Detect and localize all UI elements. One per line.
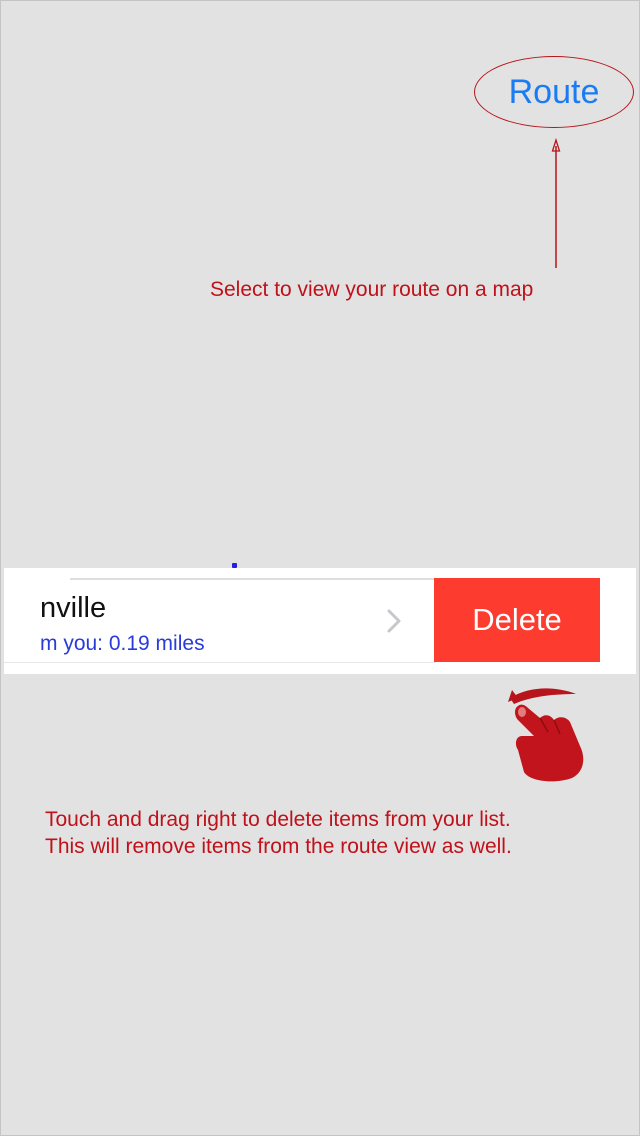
delete-hint-line-1: Touch and drag right to delete items fro… <box>45 808 511 831</box>
route-button-label: Route <box>508 72 600 111</box>
row-separator <box>4 662 436 663</box>
clipped-row-fragment <box>232 563 237 568</box>
delete-button[interactable]: Delete <box>434 578 600 662</box>
delete-button-label: Delete <box>472 602 562 637</box>
delete-hint-text: Touch and drag right to delete items fro… <box>45 806 512 860</box>
swipe-hand-icon <box>508 688 584 782</box>
list-item-title: nville <box>40 592 107 624</box>
route-button[interactable]: Route <box>474 56 634 128</box>
list-item[interactable]: nville m you: 0.19 miles Delete <box>4 578 636 663</box>
list-item-distance: m you: 0.19 miles <box>40 632 205 655</box>
delete-hint-line-2: This will remove items from the route vi… <box>45 835 512 858</box>
row-separator <box>70 578 436 580</box>
chevron-right-icon[interactable] <box>382 606 406 636</box>
route-hint-text: Select to view your route on a map <box>210 278 534 301</box>
